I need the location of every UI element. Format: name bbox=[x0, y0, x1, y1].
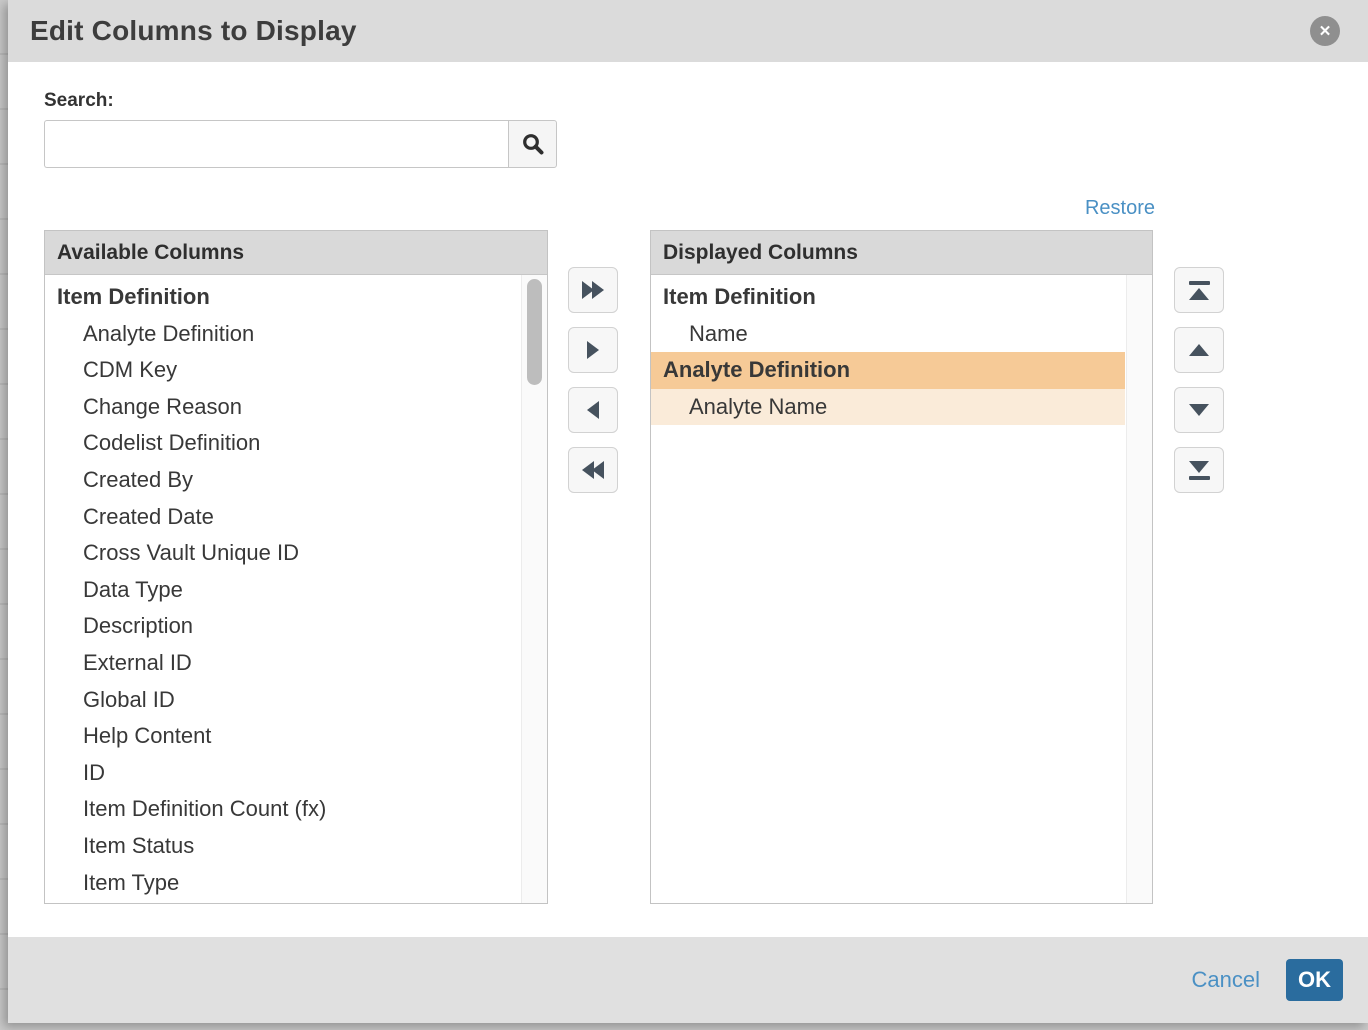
close-button[interactable]: ✕ bbox=[1310, 16, 1340, 46]
available-columns-body: Item DefinitionAnalyte DefinitionCDM Key… bbox=[45, 275, 547, 903]
available-columns-panel: Available Columns Item DefinitionAnalyte… bbox=[44, 230, 548, 904]
search-icon bbox=[521, 132, 545, 156]
ok-button[interactable]: OK bbox=[1286, 959, 1343, 1001]
move-right-button[interactable] bbox=[568, 327, 618, 373]
available-column-item[interactable]: Item Definition Count (fx) bbox=[45, 791, 520, 828]
dialog-footer: Cancel OK bbox=[8, 937, 1368, 1023]
move-up-button[interactable] bbox=[1174, 327, 1224, 373]
move-all-right-button[interactable] bbox=[568, 267, 618, 313]
move-down-icon bbox=[1189, 404, 1209, 416]
available-column-item[interactable]: Description bbox=[45, 608, 520, 645]
displayed-columns-panel: Displayed Columns Item DefinitionNameAna… bbox=[650, 230, 1153, 904]
available-columns-header: Available Columns bbox=[45, 231, 547, 275]
available-column-item[interactable]: Item Type bbox=[45, 865, 520, 902]
right-arrow-icon bbox=[587, 341, 599, 359]
displayed-column-row[interactable]: Analyte Name bbox=[651, 389, 1125, 426]
double-right-arrow-icon bbox=[582, 281, 604, 299]
available-scrollbar-thumb[interactable] bbox=[527, 279, 542, 385]
displayed-column-row[interactable]: Name bbox=[651, 316, 1125, 353]
move-to-bottom-button[interactable] bbox=[1174, 447, 1224, 493]
displayed-columns-body: Item DefinitionNameAnalyte DefinitionAna… bbox=[651, 275, 1152, 903]
available-column-item[interactable]: Created By bbox=[45, 462, 520, 499]
move-up-icon bbox=[1189, 344, 1209, 356]
available-column-item[interactable]: Data Type bbox=[45, 572, 520, 609]
search-row bbox=[44, 120, 557, 168]
available-scrollbar-track[interactable] bbox=[521, 275, 547, 903]
move-all-left-button[interactable] bbox=[568, 447, 618, 493]
search-label: Search: bbox=[44, 90, 114, 112]
move-to-top-button[interactable] bbox=[1174, 267, 1224, 313]
available-column-group[interactable]: Item Definition bbox=[45, 279, 520, 316]
move-bottom-icon bbox=[1189, 461, 1210, 480]
dialog-header: Edit Columns to Display ✕ bbox=[8, 0, 1368, 62]
available-column-item[interactable]: Codelist Definition bbox=[45, 425, 520, 462]
available-column-item[interactable]: Item Status bbox=[45, 828, 520, 865]
available-column-item[interactable]: Analyte Definition bbox=[45, 316, 520, 353]
restore-link[interactable]: Restore bbox=[1085, 197, 1155, 220]
double-left-arrow-icon bbox=[582, 461, 604, 479]
search-input[interactable] bbox=[44, 120, 508, 168]
displayed-scrollbar-track bbox=[1126, 275, 1152, 903]
available-column-item[interactable]: External ID bbox=[45, 645, 520, 682]
cancel-button[interactable]: Cancel bbox=[1192, 967, 1260, 993]
available-column-item[interactable]: Change Reason bbox=[45, 389, 520, 426]
transfer-buttons bbox=[568, 267, 618, 493]
displayed-column-row[interactable]: Analyte Definition bbox=[651, 352, 1125, 389]
close-icon: ✕ bbox=[1319, 24, 1332, 39]
displayed-columns-header: Displayed Columns bbox=[651, 231, 1152, 275]
edit-columns-dialog: Edit Columns to Display ✕ Search: Restor… bbox=[8, 0, 1368, 1023]
available-column-item[interactable]: Global ID bbox=[45, 682, 520, 719]
available-column-item[interactable]: Created Date bbox=[45, 499, 520, 536]
move-down-button[interactable] bbox=[1174, 387, 1224, 433]
dialog-title: Edit Columns to Display bbox=[8, 15, 357, 47]
reorder-buttons bbox=[1174, 267, 1224, 493]
available-column-item[interactable]: Help Content bbox=[45, 718, 520, 755]
left-arrow-icon bbox=[587, 401, 599, 419]
displayed-columns-list: Item DefinitionNameAnalyte DefinitionAna… bbox=[651, 275, 1125, 903]
available-column-item[interactable]: Cross Vault Unique ID bbox=[45, 535, 520, 572]
available-column-item[interactable]: ID bbox=[45, 755, 520, 792]
available-columns-list: Item DefinitionAnalyte DefinitionCDM Key… bbox=[45, 275, 520, 903]
displayed-column-row[interactable]: Item Definition bbox=[651, 279, 1125, 316]
search-button[interactable] bbox=[508, 120, 557, 168]
move-left-button[interactable] bbox=[568, 387, 618, 433]
move-top-icon bbox=[1189, 281, 1210, 300]
available-column-item[interactable]: CDM Key bbox=[45, 352, 520, 389]
